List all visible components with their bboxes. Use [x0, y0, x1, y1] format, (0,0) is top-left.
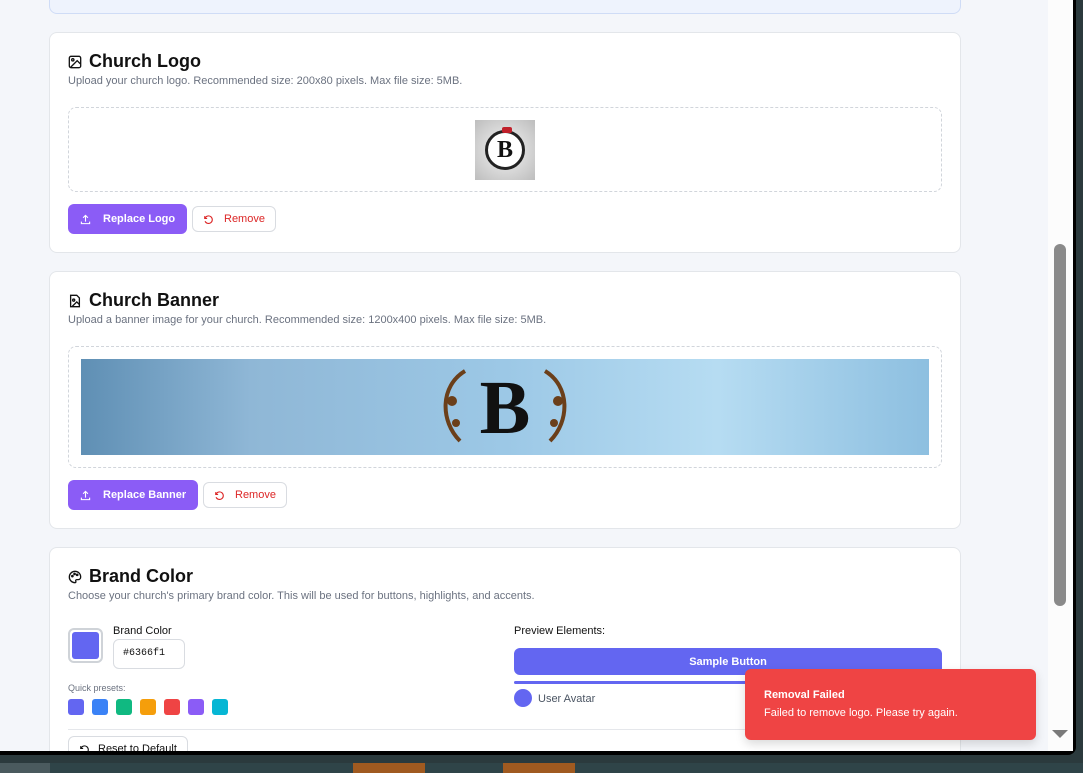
church-banner-card: Church Banner Upload a banner image for …: [49, 271, 961, 529]
avatar-label: User Avatar: [538, 693, 596, 705]
logo-dropzone[interactable]: B: [68, 107, 942, 192]
banner-emblem: B: [430, 361, 580, 453]
avatar: [514, 689, 532, 707]
previous-card: [49, 0, 961, 14]
color-preset-swatch[interactable]: [140, 699, 156, 715]
color-preset-swatch[interactable]: [212, 699, 228, 715]
color-preset-swatch[interactable]: [116, 699, 132, 715]
logo-card-header: Church Logo: [68, 51, 201, 72]
reset-default-button[interactable]: Reset to Default: [68, 736, 188, 751]
logo-card-description: Upload your church logo. Recommended siz…: [68, 75, 463, 87]
color-presets: [68, 699, 228, 715]
brand-card-description: Choose your church's primary brand color…: [68, 590, 535, 602]
taskbar-item[interactable]: [503, 763, 575, 773]
svg-text:B: B: [480, 366, 531, 450]
upload-icon: [80, 214, 91, 224]
file-image-icon: [69, 294, 81, 307]
color-preset-swatch[interactable]: [92, 699, 108, 715]
rotate-ccw-icon: [204, 214, 213, 224]
remove-banner-label: Remove: [235, 489, 276, 501]
palette-icon: [68, 570, 82, 583]
logo-card-title: Church Logo: [89, 51, 201, 71]
banner-card-title: Church Banner: [89, 290, 220, 310]
taskbar-item[interactable]: [0, 763, 50, 773]
upload-icon: [80, 490, 91, 500]
brand-color-picker[interactable]: [68, 628, 103, 663]
church-logo-image: B: [475, 120, 535, 180]
remove-logo-button[interactable]: Remove: [192, 206, 276, 232]
rotate-ccw-icon: [215, 490, 224, 500]
reset-default-label: Reset to Default: [98, 743, 177, 751]
settings-page: Church Logo Upload your church logo. Rec…: [0, 0, 1048, 751]
scroll-down-arrow-icon[interactable]: [1052, 730, 1068, 738]
banner-card-header: Church Banner: [68, 290, 219, 311]
remove-banner-button[interactable]: Remove: [203, 482, 287, 508]
brand-card-title: Brand Color: [89, 566, 194, 586]
banner-card-description: Upload a banner image for your church. R…: [68, 314, 547, 326]
rotate-ccw-icon: [80, 744, 89, 751]
replace-banner-label: Replace Banner: [103, 489, 187, 501]
color-preset-swatch[interactable]: [164, 699, 180, 715]
error-toast[interactable]: Removal Failed Failed to remove logo. Pl…: [745, 669, 1036, 740]
church-banner-image: B: [81, 359, 929, 455]
brand-card-header: Brand Color: [68, 566, 193, 587]
taskbar-item[interactable]: [353, 763, 425, 773]
remove-logo-label: Remove: [224, 213, 265, 225]
replace-logo-label: Replace Logo: [103, 213, 176, 225]
brand-hex-input[interactable]: #6366f1: [113, 639, 185, 669]
banner-dropzone[interactable]: B: [68, 346, 942, 468]
replace-banner-button[interactable]: Replace Banner: [68, 480, 199, 510]
church-logo-card: Church Logo Upload your church logo. Rec…: [49, 32, 961, 253]
toast-title: Removal Failed: [764, 689, 845, 701]
presets-label: Quick presets:: [68, 683, 126, 693]
color-preset-swatch[interactable]: [68, 699, 84, 715]
logo-letter: B: [496, 136, 513, 163]
toast-message: Failed to remove logo. Please try again.: [764, 707, 958, 719]
preview-label: Preview Elements:: [514, 625, 606, 637]
replace-logo-button[interactable]: Replace Logo: [68, 204, 188, 234]
scrollbar-thumb[interactable]: [1054, 244, 1066, 606]
image-icon: [68, 55, 82, 68]
color-preset-swatch[interactable]: [188, 699, 204, 715]
brand-color-label: Brand Color: [113, 625, 172, 637]
